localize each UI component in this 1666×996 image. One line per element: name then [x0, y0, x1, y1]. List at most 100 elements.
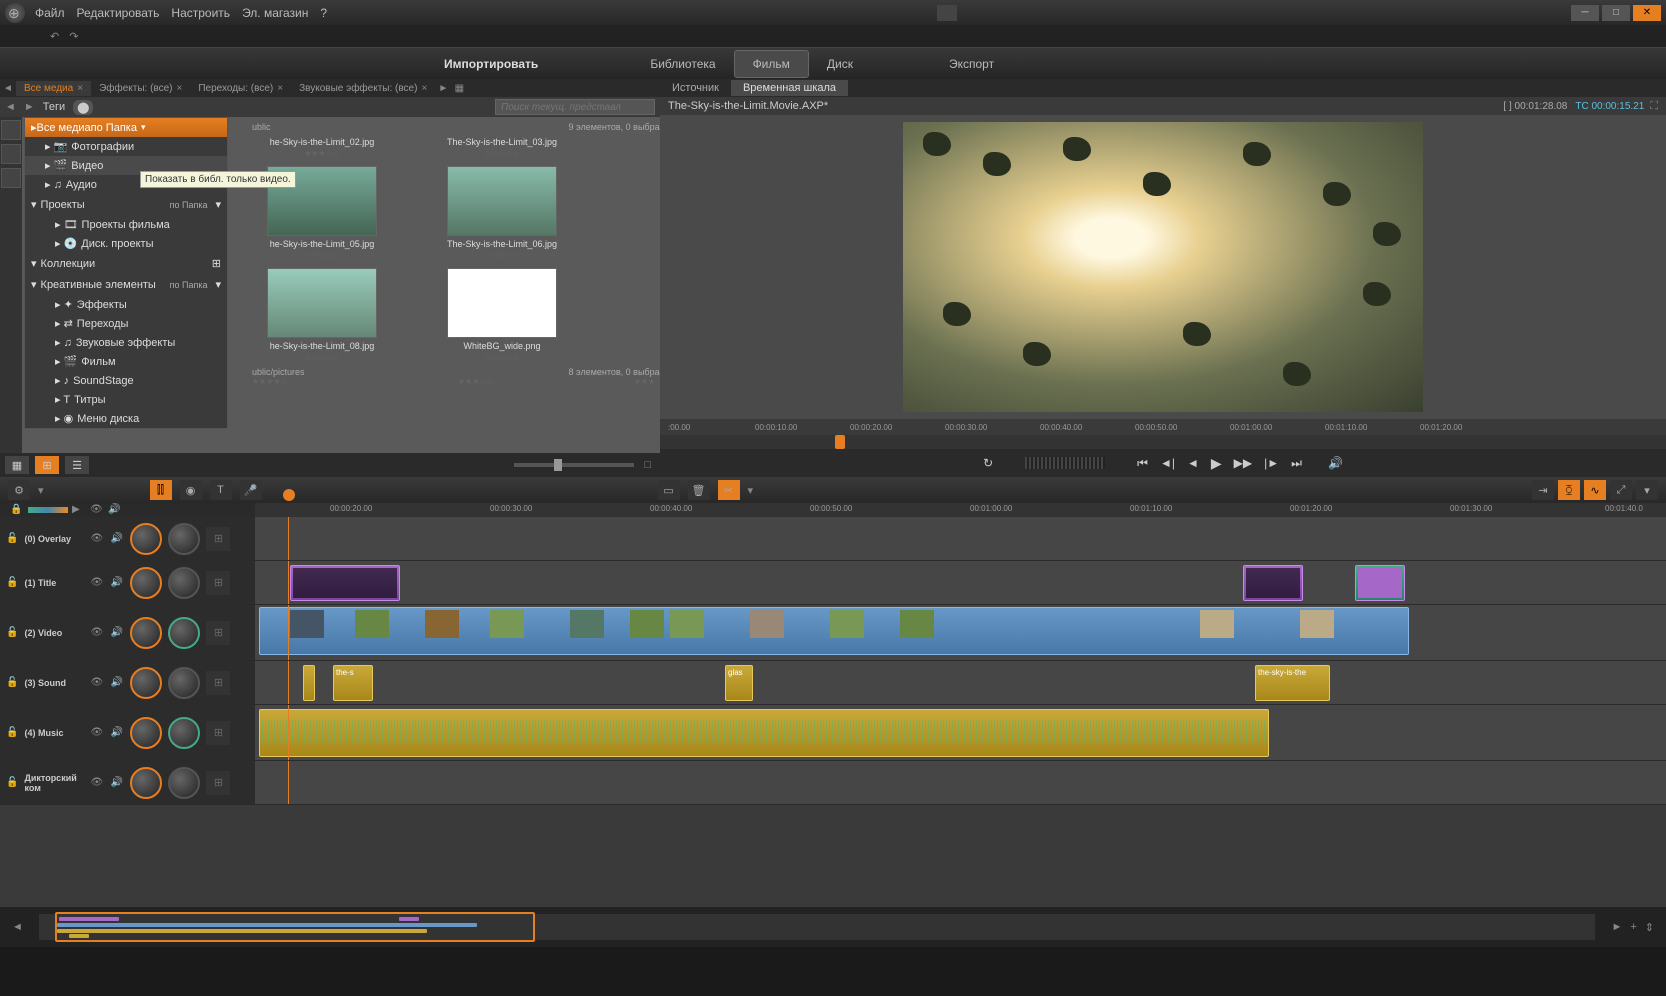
- mute-icon[interactable]: 🔊: [1328, 456, 1343, 470]
- tree-header-all-media[interactable]: ▸ Все медиапо Папка▾: [25, 118, 227, 137]
- tree-soundstage[interactable]: ▸ ♪ SoundStage: [25, 371, 227, 390]
- expand-icon[interactable]: ⛶: [1650, 100, 1658, 113]
- delete-icon[interactable]: 🗑: [688, 480, 710, 500]
- view-scenes-button[interactable]: ▦: [5, 456, 29, 474]
- lock-icon[interactable]: 🔓: [6, 677, 18, 688]
- nav-fwd-icon[interactable]: ►: [24, 101, 35, 113]
- track-expand-icon[interactable]: ▶: [72, 504, 86, 516]
- thumb-item[interactable]: he-Sky-is-the-Limit_02.jpg★★★☆☆: [252, 137, 392, 158]
- play-reverse-icon[interactable]: ◄: [1187, 456, 1199, 470]
- eye-icon[interactable]: 👁: [90, 627, 104, 639]
- sound-clip[interactable]: [303, 665, 315, 701]
- tree-photos[interactable]: ▸ 📷 Фотографии: [25, 137, 227, 156]
- source-tab[interactable]: Источник: [660, 80, 731, 96]
- playhead-handle[interactable]: [283, 489, 295, 501]
- video-clip[interactable]: [259, 607, 1409, 655]
- speaker-icon[interactable]: 🔊: [110, 677, 124, 689]
- overview-right-icon[interactable]: ►: [1611, 921, 1622, 933]
- thumb-item[interactable]: WhiteBG_wide.png☆☆☆☆☆: [432, 265, 572, 362]
- window-maximize-button[interactable]: □: [1602, 5, 1630, 21]
- tree-movie-projects[interactable]: ▸ 🎞 Проекты фильма: [25, 215, 227, 234]
- video-preview[interactable]: [660, 115, 1666, 419]
- speaker-icon[interactable]: 🔊: [110, 577, 124, 589]
- pan-knob[interactable]: [168, 617, 200, 649]
- eye-icon[interactable]: 👁: [90, 677, 104, 689]
- lock-icon[interactable]: 🔓: [6, 777, 18, 788]
- track-lock-icon[interactable]: 🔒: [10, 504, 24, 516]
- menu-setup[interactable]: Настроить: [171, 6, 230, 20]
- pan-knob[interactable]: [168, 667, 200, 699]
- thumb-size-slider[interactable]: [514, 463, 634, 467]
- thumb-item[interactable]: The-Sky-is-the-Limit_03.jpg☆☆☆☆☆: [432, 137, 572, 158]
- menu-file[interactable]: Файл: [35, 6, 65, 20]
- snapshot-icon[interactable]: ▭: [658, 480, 680, 500]
- undo-icon[interactable]: ↶: [50, 30, 59, 43]
- trim-icon[interactable]: ⇥: [1532, 480, 1554, 500]
- cart-icon[interactable]: [937, 5, 957, 21]
- loop-icon[interactable]: ↻: [983, 456, 993, 470]
- volume-knob[interactable]: [130, 567, 162, 599]
- eye-icon[interactable]: 👁: [90, 777, 104, 789]
- overview-add-icon[interactable]: +: [1630, 921, 1636, 933]
- step-fwd-icon[interactable]: |►: [1264, 456, 1279, 470]
- pan-knob[interactable]: [168, 717, 200, 749]
- side-filter-icon[interactable]: [1, 144, 21, 164]
- import-button[interactable]: Импортировать: [430, 53, 552, 75]
- volume-knob[interactable]: [130, 717, 162, 749]
- eye-icon[interactable]: 👁: [90, 727, 104, 739]
- mixer-icon[interactable]: ⫿⫿: [150, 480, 172, 500]
- window-close-button[interactable]: ✕: [1633, 5, 1661, 21]
- track-eye-icon[interactable]: 👁: [90, 504, 104, 516]
- lib-tab-next-icon[interactable]: ►: [435, 83, 451, 94]
- track-fx-icon[interactable]: ⊞: [206, 527, 230, 551]
- tab-export[interactable]: Экспорт: [931, 51, 1012, 77]
- lib-tab-add-icon[interactable]: ▦: [451, 83, 467, 94]
- tree-collections[interactable]: ▾ Коллекции⊞: [25, 253, 227, 274]
- music-clip[interactable]: [259, 709, 1269, 757]
- lock-icon[interactable]: 🔓: [6, 533, 18, 544]
- text-icon[interactable]: T: [210, 480, 232, 500]
- tree-disc-projects[interactable]: ▸ 💿 Диск. проекты: [25, 234, 227, 253]
- volume-knob[interactable]: [130, 523, 162, 555]
- split-icon[interactable]: ⤢: [1610, 480, 1632, 500]
- sound-clip[interactable]: glas: [725, 665, 753, 701]
- speaker-icon[interactable]: 🔊: [110, 727, 124, 739]
- pan-knob[interactable]: [168, 767, 200, 799]
- sound-clip[interactable]: the-s: [333, 665, 373, 701]
- tree-projects[interactable]: ▾ Проектыпо Папка▾: [25, 194, 227, 215]
- side-info-icon[interactable]: [1, 168, 21, 188]
- overview-left-icon[interactable]: ◄: [12, 921, 23, 933]
- jog-wheel[interactable]: [1025, 457, 1105, 469]
- eye-icon[interactable]: 👁: [90, 533, 104, 545]
- track-fx-icon[interactable]: ⊞: [206, 621, 230, 645]
- tab-library[interactable]: Библиотека: [632, 51, 733, 77]
- sound-clip[interactable]: the-sky-is-the: [1255, 665, 1330, 701]
- preview-scrubber[interactable]: [660, 435, 1666, 449]
- pan-knob[interactable]: [168, 523, 200, 555]
- speaker-icon[interactable]: 🔊: [110, 777, 124, 789]
- timeline-tab[interactable]: Временная шкала: [731, 80, 848, 96]
- title-clip[interactable]: [1355, 565, 1405, 601]
- pan-icon[interactable]: ◉: [180, 480, 202, 500]
- tab-movie[interactable]: Фильм: [734, 50, 809, 78]
- razor-icon[interactable]: ✂: [718, 480, 740, 500]
- tree-titles[interactable]: ▸ T Титры: [25, 390, 227, 409]
- fast-fwd-icon[interactable]: ▶▶: [1234, 456, 1252, 470]
- thumb-item[interactable]: he-Sky-is-the-Limit_08.jpg☆☆☆☆☆: [252, 265, 392, 362]
- tree-movie-templates[interactable]: ▸ 🎬 Фильм: [25, 352, 227, 371]
- track-fx-icon[interactable]: ⊞: [206, 771, 230, 795]
- volume-knob[interactable]: [130, 767, 162, 799]
- volume-knob[interactable]: [130, 667, 162, 699]
- marker-dropdown-icon[interactable]: ▾: [1636, 480, 1658, 500]
- title-clip[interactable]: [290, 565, 400, 601]
- menu-edit[interactable]: Редактировать: [77, 6, 160, 20]
- lib-tab-prev-icon[interactable]: ◄: [0, 83, 16, 94]
- timeline-ruler[interactable]: 00:00:20.00 00:00:30.00 00:00:40.00 00:0…: [255, 503, 1666, 517]
- play-icon[interactable]: ▶: [1211, 455, 1222, 472]
- preview-ruler[interactable]: :00.00 00:00:10.00 00:00:20.00 00:00:30.…: [660, 419, 1666, 435]
- lock-icon[interactable]: 🔓: [6, 627, 18, 638]
- lib-tab-transitions[interactable]: Переходы: (все)×: [190, 81, 291, 96]
- track-fx-icon[interactable]: ⊞: [206, 721, 230, 745]
- tree-soundfx[interactable]: ▸ ♫ Звуковые эффекты: [25, 333, 227, 352]
- search-input[interactable]: [495, 99, 655, 115]
